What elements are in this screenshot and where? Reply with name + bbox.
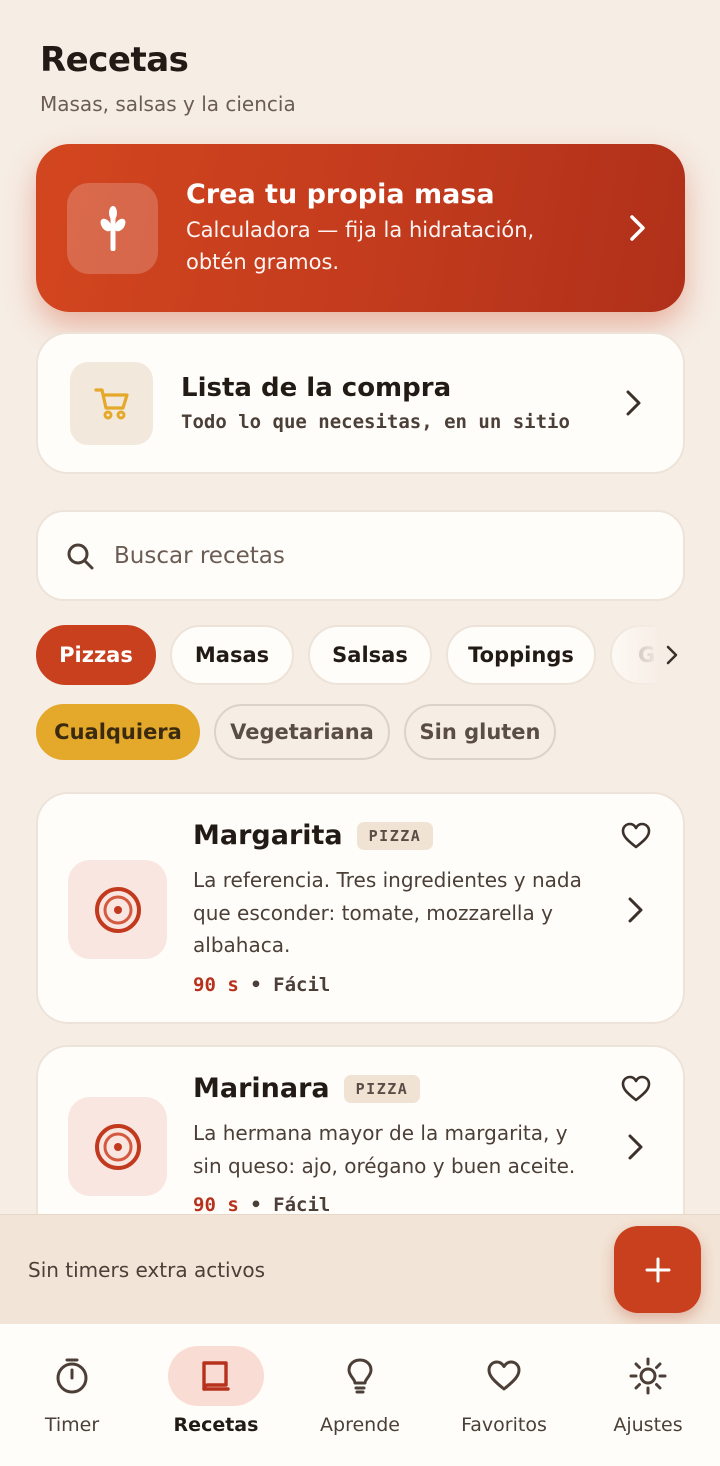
category-chip-masas[interactable]: Masas	[170, 625, 294, 685]
chevron-right-icon	[665, 644, 679, 666]
search-icon	[66, 542, 94, 570]
cart-icon	[70, 361, 153, 445]
recipe-difficulty: Fácil	[273, 974, 331, 996]
filter-cualquiera[interactable]: Cualquiera	[36, 704, 200, 760]
search-bar[interactable]	[36, 510, 685, 601]
book-icon	[200, 1359, 232, 1393]
nav-item-favoritos[interactable]: Favoritos	[432, 1324, 576, 1466]
recipe-meta: 90 s • Fácil	[193, 1194, 330, 1214]
nav-label: Aprende	[320, 1414, 400, 1436]
nav-item-ajustes[interactable]: Ajustes	[576, 1324, 720, 1466]
page-subtitle: Masas, salsas y la ciencia	[40, 92, 296, 116]
bottom-navigation: Timer Recetas Aprende Favoritos Ajustes	[0, 1324, 720, 1466]
recipe-description: La referencia. Tres ingredientes y nada …	[193, 868, 582, 957]
category-chips: Pizzas Masas Salsas Toppings G	[36, 625, 685, 685]
add-timer-button[interactable]	[614, 1226, 701, 1313]
lightbulb-icon	[345, 1357, 375, 1395]
wheat-icon	[67, 182, 158, 274]
recipe-card[interactable]: Marinara PIZZA La hermana mayor de la ma…	[36, 1045, 685, 1214]
stopwatch-icon	[54, 1357, 90, 1395]
recipe-name: Margarita	[193, 820, 343, 851]
recipe-list: Margarita PIZZA La referencia. Tres ingr…	[36, 792, 685, 1214]
nav-item-recetas[interactable]: Recetas	[144, 1324, 288, 1466]
shopping-list-card[interactable]: Lista de la compra Todo lo que necesitas…	[36, 332, 685, 474]
recipe-time: 90 s	[193, 974, 239, 996]
timer-status-text: Sin timers extra activos	[28, 1257, 266, 1282]
hero-title: Crea tu propia masa	[186, 178, 495, 210]
diet-filters: Cualquiera Vegetariana Sin gluten	[36, 704, 570, 760]
nav-label: Timer	[44, 1414, 100, 1436]
chevron-right-icon	[627, 1133, 645, 1161]
category-chip-toppings[interactable]: Toppings	[446, 625, 596, 685]
recipe-meta: 90 s • Fácil	[193, 974, 330, 996]
nav-item-timer[interactable]: Timer	[0, 1324, 144, 1466]
favorite-heart-icon[interactable]	[621, 822, 651, 850]
chevron-right-icon	[625, 389, 643, 417]
nav-item-aprende[interactable]: Aprende	[288, 1324, 432, 1466]
sun-icon	[629, 1357, 667, 1395]
recipe-name: Marinara	[193, 1073, 330, 1104]
search-input[interactable]	[114, 542, 634, 569]
recipe-description: La hermana mayor de la margarita, y sin …	[193, 1121, 576, 1178]
nav-label: Favoritos	[461, 1414, 547, 1436]
meta-separator: •	[250, 974, 262, 996]
shopping-list-subtitle: Todo lo que necesitas, en un sitio	[181, 411, 570, 433]
recipe-difficulty: Fácil	[273, 1194, 331, 1214]
recipe-card[interactable]: Margarita PIZZA La referencia. Tres ingr…	[36, 792, 685, 1024]
nav-label: Ajustes	[613, 1414, 683, 1436]
header: Recetas Masas, salsas y la ciencia	[40, 40, 296, 116]
favorite-heart-icon[interactable]	[621, 1075, 651, 1103]
plus-icon	[644, 1256, 672, 1284]
heart-icon	[487, 1360, 521, 1392]
pizza-target-icon	[68, 1097, 167, 1196]
scroll-right-button[interactable]	[595, 625, 685, 685]
recipe-tag: PIZZA	[343, 1074, 421, 1103]
category-chip-salsas[interactable]: Salsas	[308, 625, 432, 685]
chevron-right-icon	[629, 214, 647, 242]
recipe-tag: PIZZA	[356, 821, 434, 850]
hero-subtitle: Calculadora — fija la hidratación, obtén…	[186, 217, 535, 274]
recipe-time: 90 s	[193, 1194, 239, 1214]
pizza-target-icon	[68, 860, 167, 959]
meta-separator: •	[250, 1194, 262, 1214]
dough-calculator-card[interactable]: Crea tu propia masa Calculadora — fija l…	[36, 144, 685, 312]
category-chip-pizzas[interactable]: Pizzas	[36, 625, 156, 685]
timer-status-bar: Sin timers extra activos	[0, 1214, 720, 1324]
filter-sin-gluten[interactable]: Sin gluten	[404, 704, 556, 760]
nav-label: Recetas	[173, 1414, 259, 1436]
page-title: Recetas	[40, 40, 189, 80]
shopping-list-title: Lista de la compra	[181, 373, 452, 403]
chevron-right-icon	[627, 896, 645, 924]
filter-vegetariana[interactable]: Vegetariana	[214, 704, 390, 760]
